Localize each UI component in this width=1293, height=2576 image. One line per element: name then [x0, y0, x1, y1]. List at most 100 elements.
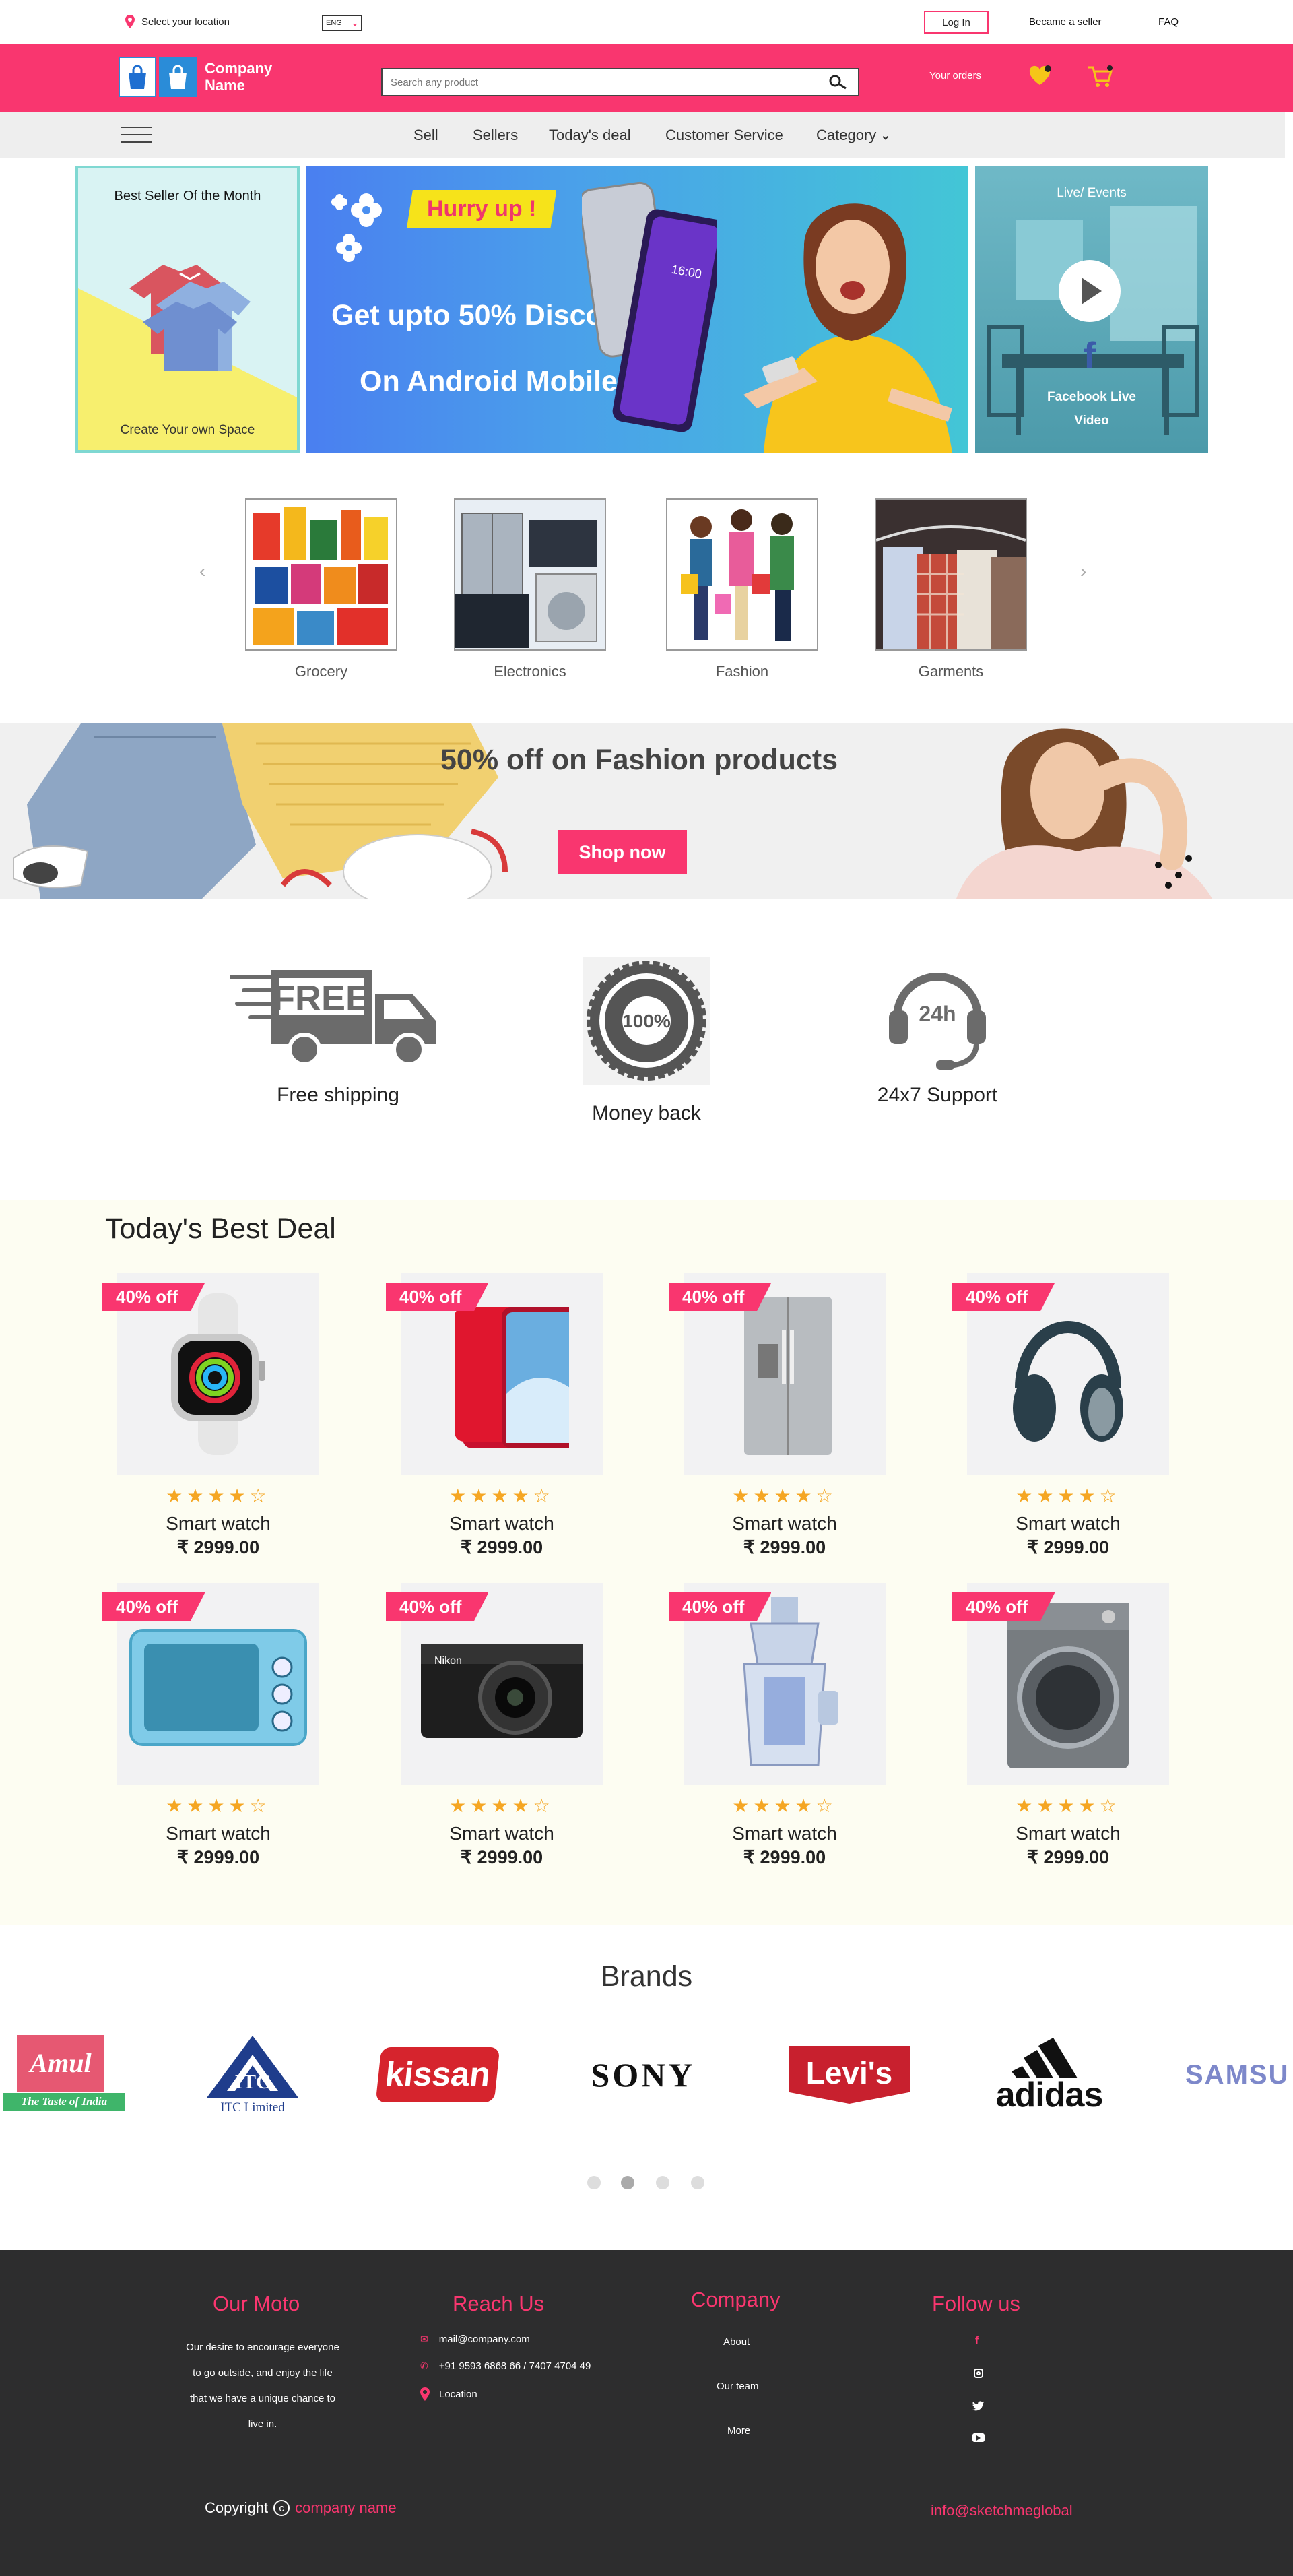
footer-link-about[interactable]: About [723, 2336, 750, 2348]
nav-sell[interactable]: Sell [413, 127, 438, 144]
nav-category-dropdown[interactable]: Category ⌄ [816, 127, 890, 144]
nav-todays-deal[interactable]: Today's deal [549, 127, 631, 144]
product-name[interactable]: Smart watch [117, 1513, 319, 1535]
location-selector[interactable]: Select your location [125, 13, 230, 30]
header-bar: Company Name Your orders [0, 44, 1293, 112]
faq-link[interactable]: FAQ [1158, 16, 1179, 28]
hamburger-icon[interactable] [121, 125, 152, 144]
footer-link-our-team[interactable]: Our team [717, 2381, 759, 2392]
login-button[interactable]: Log In [924, 11, 989, 34]
best-seller-card[interactable]: Best Seller Of the Month Create Your own… [75, 166, 300, 453]
footer-phone-row[interactable]: ✆ +91 9593 6868 66 / 7407 4704 49 [420, 2360, 591, 2372]
top-bar: Select your location ENG ⌄ Log In Became… [0, 0, 1293, 44]
footer-phone: +91 9593 6868 66 / 7407 4704 49 [438, 2360, 591, 2372]
deal-card[interactable]: 40% off [952, 1583, 1169, 1785]
play-icon[interactable] [1059, 260, 1121, 322]
footer-email-row[interactable]: ✉ mail@company.com [420, 2333, 530, 2345]
copyright: Copyright c company name [205, 2499, 397, 2517]
youtube-icon[interactable] [972, 2433, 985, 2442]
discount-badge: 40% off [952, 1283, 1055, 1311]
deal-card[interactable]: 40% off [669, 1583, 886, 1785]
brand-samsung-logo[interactable]: SAMSU [1185, 2034, 1293, 2115]
product-price: ₹ 2999.00 [460, 1847, 543, 1867]
phone-icon: ✆ [420, 2360, 428, 2371]
product-name[interactable]: Smart watch [117, 1823, 319, 1844]
product-name[interactable]: Smart watch [967, 1513, 1169, 1535]
shop-now-button[interactable]: Shop now [558, 830, 687, 874]
product-price: ₹ 2999.00 [743, 1537, 826, 1557]
language-select[interactable]: ENG ⌄ [322, 15, 362, 31]
product-name[interactable]: Smart watch [401, 1513, 603, 1535]
carousel-dot-2-active[interactable] [621, 2176, 634, 2189]
kissan-wordmark: kissan [375, 2047, 500, 2102]
company-logo[interactable]: Company Name [119, 57, 272, 97]
brand-kissan-logo[interactable]: kissan [375, 2034, 500, 2115]
svg-text:Nikon: Nikon [434, 1655, 462, 1667]
logo-line2: Name [205, 77, 245, 94]
deal-card[interactable]: 40% off [102, 1583, 319, 1785]
product-name[interactable]: Smart watch [967, 1823, 1169, 1844]
live-events-title: Live/ Events [1057, 186, 1127, 200]
nav-customer-service[interactable]: Customer Service [665, 127, 783, 144]
android-discount-banner[interactable]: Hurry up ! Get upto 50% Discount On Andr… [306, 166, 968, 453]
brand-amul-logo[interactable]: Amul The Taste of India [0, 2034, 128, 2115]
product-name[interactable]: Smart watch [684, 1513, 886, 1535]
brand-levis-logo[interactable]: Levi's [787, 2034, 912, 2115]
carousel-prev-icon[interactable]: ‹ [199, 560, 205, 582]
your-orders-link[interactable]: Your orders [929, 70, 981, 82]
twitter-icon[interactable] [972, 2401, 985, 2411]
footer-moto-title: Our Moto [213, 2292, 300, 2315]
deal-card[interactable]: 40% off [386, 1273, 603, 1475]
footer-email: mail@company.com [438, 2333, 530, 2345]
feature-free-shipping: FREE Free shipping [228, 957, 439, 1107]
moto-line: to go outside, and enjoy the life [193, 2367, 333, 2379]
product-price: ₹ 2999.00 [1026, 1537, 1110, 1557]
carousel-next-icon[interactable]: › [1080, 560, 1086, 582]
brand-adidas-logo[interactable]: adidas [983, 2034, 1115, 2115]
instagram-icon[interactable] [974, 2369, 983, 2378]
grocery-image [245, 498, 397, 651]
carousel-dot-3[interactable] [656, 2176, 669, 2189]
cart-icon[interactable] [1087, 65, 1114, 89]
deal-card[interactable]: 40% off [102, 1273, 319, 1475]
deal-card[interactable]: Nikon 40% off [386, 1583, 603, 1785]
star-rating: ★★★★☆ [449, 1795, 554, 1816]
become-seller-link[interactable]: Became a seller [1029, 16, 1102, 28]
category-garments[interactable]: Garments [873, 498, 1028, 680]
search-input[interactable] [383, 70, 818, 94]
footer-contact-email[interactable]: info@sketchmeglobal [931, 2502, 1073, 2519]
shop-now-label: Shop now [578, 841, 666, 862]
footer-moto-text: Our desire to encourage everyone to go o… [168, 2335, 357, 2437]
footer-location-row[interactable]: Location [420, 2387, 477, 2401]
brand-sony-logo[interactable]: SONY [572, 2034, 714, 2115]
live-events-card[interactable]: Live/ Events f Facebook Live Video [975, 166, 1208, 453]
deal-card[interactable]: 40% off [669, 1273, 886, 1475]
moto-line: Our desire to encourage everyone [186, 2342, 339, 2353]
smartphones-image: 16:00 [582, 181, 717, 432]
free-label: FREE [273, 978, 370, 1019]
star-rating: ★★★★☆ [166, 1795, 271, 1816]
category-fashion[interactable]: Fashion [665, 498, 820, 680]
wishlist-heart-icon[interactable] [1028, 65, 1052, 88]
product-price: ₹ 2999.00 [1026, 1847, 1110, 1867]
carousel-dot-4[interactable] [691, 2176, 704, 2189]
carousel-dot-1[interactable] [587, 2176, 601, 2189]
facebook-icon[interactable]: f [975, 2335, 979, 2346]
category-electronics[interactable]: Electronics [453, 498, 607, 680]
fashion-banner[interactable]: 50% off on Fashion products Shop now [0, 723, 1293, 899]
brand-itc-logo[interactable]: ITC ITC Limited [195, 2034, 310, 2115]
product-name[interactable]: Smart watch [684, 1823, 886, 1844]
deal-card[interactable]: 40% off [952, 1273, 1169, 1475]
live-caption-line2: Video [1074, 414, 1109, 428]
discount-badge: 40% off [669, 1592, 772, 1621]
svg-text:ITC: ITC [234, 2071, 270, 2093]
footer-link-more[interactable]: More [727, 2425, 750, 2437]
product-name[interactable]: Smart watch [401, 1823, 603, 1844]
search-icon[interactable] [818, 74, 858, 90]
nav-sellers[interactable]: Sellers [473, 127, 518, 144]
category-grocery[interactable]: Grocery [244, 498, 399, 680]
chevron-down-icon: ⌄ [351, 18, 358, 28]
location-label: Select your location [141, 15, 230, 28]
sony-wordmark: SONY [591, 2056, 696, 2094]
banner-subheadline: On Android Mobile [360, 365, 618, 397]
